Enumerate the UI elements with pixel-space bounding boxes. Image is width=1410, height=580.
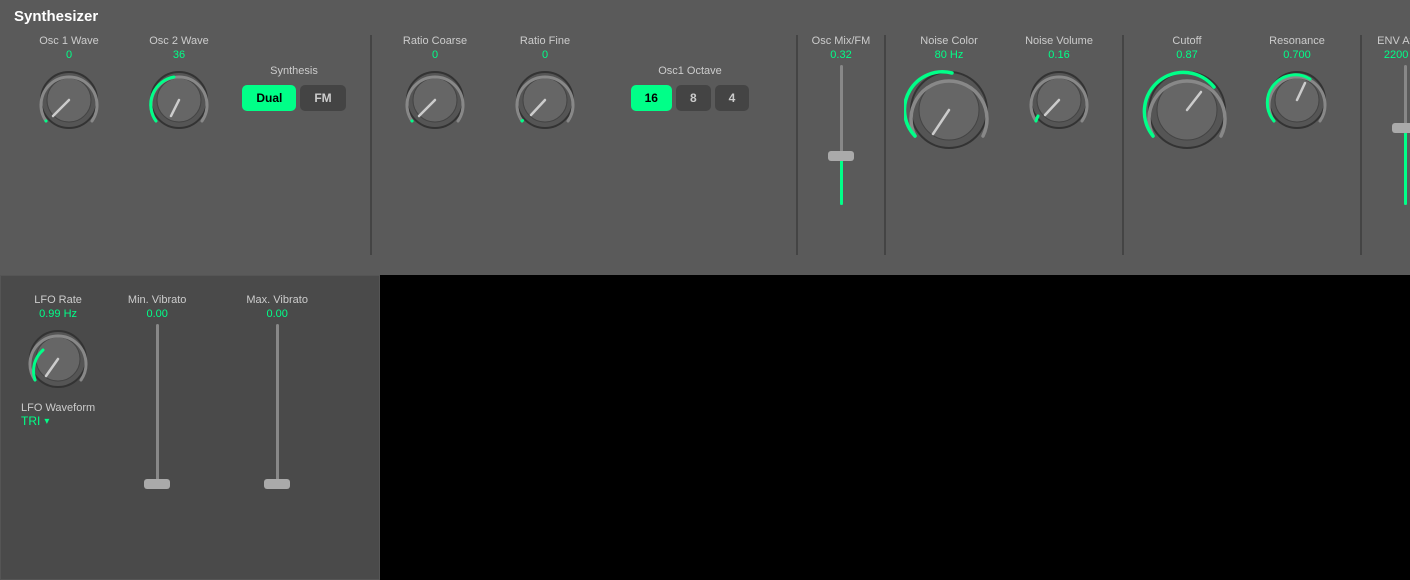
noisevol-group: Noise Volume 0.16 — [1004, 35, 1114, 135]
oscmixfm-value: 0.32 — [830, 49, 851, 61]
minvibrato-label: Min. Vibrato — [128, 294, 187, 306]
cutoff-label: Cutoff — [1172, 35, 1201, 47]
envattack-track — [1404, 65, 1407, 205]
ratiocoarse-knob[interactable] — [400, 65, 470, 135]
divider-4 — [1122, 35, 1124, 255]
synthesis-buttons: Dual FM — [242, 85, 345, 111]
resonance-value: 0.700 — [1283, 49, 1311, 61]
oct-8-btn[interactable]: 8 — [676, 85, 711, 111]
osc1wave-value: 0 — [66, 49, 72, 61]
oct-4-btn[interactable]: 4 — [715, 85, 750, 111]
octave-section: Osc1 Octave 16 8 4 — [600, 35, 780, 111]
black-area — [380, 275, 1410, 580]
synth-dual-btn[interactable]: Dual — [242, 85, 296, 111]
lfowaveform-value[interactable]: TRI ▾ — [21, 414, 95, 428]
resonance-label: Resonance — [1269, 35, 1325, 47]
noisecolor-group: Noise Color 80 Hz — [894, 35, 1004, 155]
lforate-value: 0.99 Hz — [39, 308, 77, 320]
osc1wave-knob[interactable] — [34, 65, 104, 135]
lfowaveform-arrow: ▾ — [44, 416, 49, 427]
minvibrato-thumb[interactable] — [144, 479, 170, 489]
synthesis-label: Synthesis — [270, 65, 318, 77]
divider-3 — [884, 35, 886, 255]
noisecolor-value: 80 Hz — [935, 49, 964, 61]
oscmixfm-track — [840, 65, 843, 205]
maxvibrato-thumb[interactable] — [264, 479, 290, 489]
octave-buttons: 16 8 4 — [631, 85, 750, 111]
controls-row: Osc 1 Wave 0 Osc 2 Wave 36 — [14, 35, 1396, 255]
envattack-value: 2200 ms — [1384, 49, 1410, 61]
oscmixfm-label: Osc Mix/FM — [812, 35, 871, 47]
osc1wave-label: Osc 1 Wave — [39, 35, 99, 47]
envattack-group: ENV Attack 2200 ms — [1370, 35, 1410, 215]
cutoff-knob[interactable] — [1142, 65, 1232, 155]
oct-16-btn[interactable]: 16 — [631, 85, 672, 111]
maxvibrato-group: Max. Vibrato 0.00 — [237, 294, 317, 494]
lforate-knob[interactable] — [23, 324, 93, 394]
lforate-label: LFO Rate — [34, 294, 82, 306]
ratiocoarse-group: Ratio Coarse 0 — [380, 35, 490, 135]
synth-panel: Synthesizer Osc 1 Wave 0 Osc 2 Wave 36 — [0, 0, 1410, 275]
ratiofine-group: Ratio Fine 0 — [490, 35, 600, 135]
lforate-group: LFO Rate 0.99 Hz LFO Waveform TRI — [21, 294, 95, 428]
maxvibrato-value: 0.00 — [266, 308, 287, 320]
noisevol-label: Noise Volume — [1025, 35, 1093, 47]
noisevol-value: 0.16 — [1048, 49, 1069, 61]
resonance-knob[interactable] — [1262, 65, 1332, 135]
ratiofine-label: Ratio Fine — [520, 35, 570, 47]
ratiocoarse-label: Ratio Coarse — [403, 35, 467, 47]
maxvibrato-track — [276, 324, 279, 484]
cutoff-group: Cutoff 0.87 — [1132, 35, 1242, 155]
synthesis-section: Synthesis Dual FM — [234, 35, 354, 111]
noisecolor-knob[interactable] — [904, 65, 994, 155]
synth-fm-btn[interactable]: FM — [300, 85, 345, 111]
minvibrato-track — [156, 324, 159, 484]
osc2wave-value: 36 — [173, 49, 185, 61]
noisevol-knob[interactable] — [1024, 65, 1094, 135]
noisecolor-label: Noise Color — [920, 35, 977, 47]
ratiofine-value: 0 — [542, 49, 548, 61]
envattack-thumb[interactable] — [1392, 123, 1410, 133]
minvibrato-slider[interactable] — [156, 324, 159, 494]
divider-2 — [796, 35, 798, 255]
osc2wave-knob[interactable] — [144, 65, 214, 135]
oscmixfm-thumb[interactable] — [828, 151, 854, 161]
divider-5 — [1360, 35, 1362, 255]
lfowaveform-section: LFO Waveform TRI ▾ — [21, 402, 95, 428]
ratiocoarse-value: 0 — [432, 49, 438, 61]
octave-label: Osc1 Octave — [658, 65, 722, 77]
minvibrato-value: 0.00 — [146, 308, 167, 320]
lfo-panel: LFO Rate 0.99 Hz LFO Waveform TRI — [0, 275, 380, 580]
osc2wave-label: Osc 2 Wave — [149, 35, 209, 47]
resonance-group: Resonance 0.700 — [1242, 35, 1352, 135]
envattack-slider[interactable] — [1404, 65, 1407, 215]
lfo-controls-row: LFO Rate 0.99 Hz LFO Waveform TRI — [21, 294, 359, 494]
oscmixfm-slider[interactable] — [840, 65, 843, 215]
panel-title: Synthesizer — [14, 8, 1396, 25]
cutoff-value: 0.87 — [1176, 49, 1197, 61]
bottom-area: LFO Rate 0.99 Hz LFO Waveform TRI — [0, 275, 1410, 580]
lfowaveform-label: LFO Waveform — [21, 402, 95, 414]
envattack-label: ENV Attack — [1377, 35, 1410, 47]
maxvibrato-label: Max. Vibrato — [246, 294, 308, 306]
osc1wave-group: Osc 1 Wave 0 — [14, 35, 124, 135]
oscmixfm-group: Osc Mix/FM 0.32 — [806, 35, 876, 215]
ratiofine-knob[interactable] — [510, 65, 580, 135]
envattack-fill — [1404, 128, 1407, 205]
divider-1 — [370, 35, 372, 255]
maxvibrato-slider[interactable] — [276, 324, 279, 494]
osc2wave-group: Osc 2 Wave 36 — [124, 35, 234, 135]
minvibrato-group: Min. Vibrato 0.00 — [117, 294, 197, 494]
oscmixfm-fill — [840, 156, 843, 205]
